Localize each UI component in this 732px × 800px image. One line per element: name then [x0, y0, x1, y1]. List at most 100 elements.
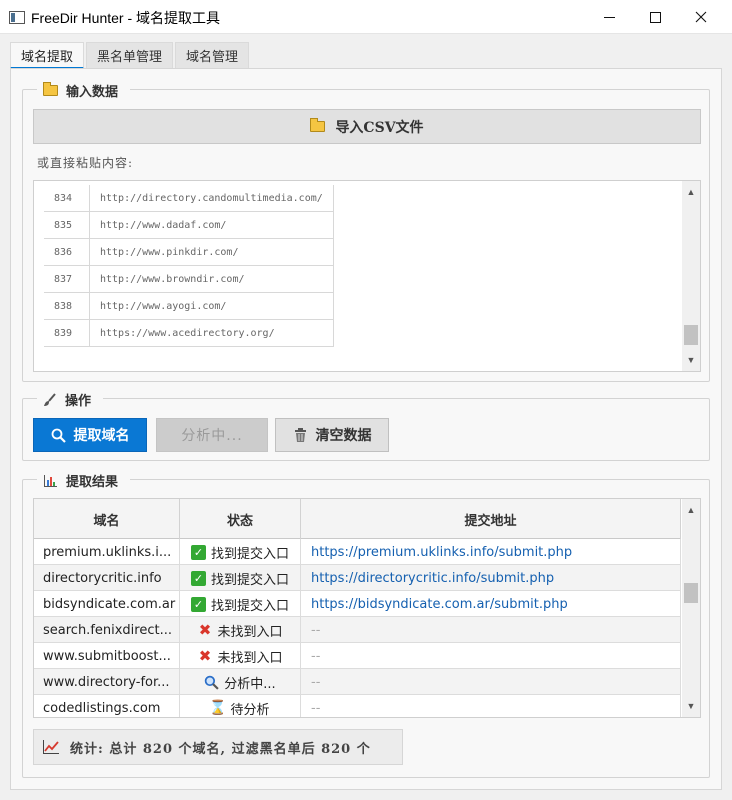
paste-url: http://www.ayogi.com/ [90, 293, 334, 319]
check-icon: ✓ [190, 596, 206, 612]
line-number: 834 [44, 185, 90, 211]
submit-url-link[interactable]: https://directorycritic.info/submit.php [311, 571, 554, 586]
status-cell: ✖ 未找到入口 [180, 643, 301, 669]
paste-url: http://www.dadaf.com/ [90, 212, 334, 238]
tab-domain-extract[interactable]: 域名提取 [10, 42, 85, 69]
table-row[interactable]: search.fenixdirect... ✖ 未找到入口 -- [34, 617, 681, 643]
cross-icon: ✖ [198, 646, 212, 665]
status-cell: 分析中... [180, 669, 301, 695]
paste-url: http://directory.candomultimedia.com/ [90, 185, 334, 211]
search-icon [51, 428, 66, 443]
brush-icon [44, 392, 56, 406]
paste-label: 或直接粘贴内容: [37, 156, 134, 170]
column-header-status[interactable]: 状态 [180, 499, 301, 539]
cross-icon: ✖ [198, 620, 212, 639]
hourglass-icon: ⌛ [209, 700, 227, 716]
scroll-down-icon[interactable]: ▼ [682, 351, 700, 369]
bar-chart-icon [44, 474, 57, 487]
operations-group-label: 操作 [65, 394, 92, 409]
table-row[interactable]: www.directory-for... 分析中... -- [34, 669, 681, 695]
paste-row: 839 https://www.acedirectory.org/ [44, 320, 334, 347]
maximize-button[interactable] [632, 0, 678, 34]
submit-url-cell: -- [301, 669, 681, 695]
close-button[interactable] [678, 0, 724, 34]
results-group: 提取结果 域名 状态 提交地址 premium.uklinks.i... ✓ 找到… [22, 471, 710, 778]
minimize-icon [603, 16, 615, 18]
submit-url-cell: https://premium.uklinks.info/submit.php [301, 539, 681, 565]
status-text: 分析中... [224, 676, 276, 692]
paste-row: 835 http://www.dadaf.com/ [44, 212, 334, 239]
trend-chart-icon [43, 740, 59, 754]
paste-table: 834 http://directory.candomultimedia.com/… [44, 185, 334, 347]
paste-row: 837 http://www.browndir.com/ [44, 266, 334, 293]
scroll-up-icon[interactable]: ▲ [682, 501, 700, 519]
line-number: 837 [44, 266, 90, 292]
line-number: 838 [44, 293, 90, 319]
results-group-label: 提取结果 [66, 475, 119, 490]
extract-domains-label: 提取域名 [73, 428, 130, 444]
paste-row: 838 http://www.ayogi.com/ [44, 293, 334, 320]
title-bar: FreeDir Hunter - 域名提取工具 [0, 0, 732, 34]
app-icon [9, 11, 25, 24]
domain-cell: search.fenixdirect... [34, 617, 180, 643]
column-header-submit-url[interactable]: 提交地址 [301, 499, 681, 539]
domain-cell: www.directory-for... [34, 669, 180, 695]
status-text: 找到提交入口 [210, 572, 289, 588]
operations-group: 操作 提取域名 分析中... 清空数据 [22, 390, 710, 461]
results-group-title: 提取结果 [37, 471, 131, 490]
results-scrollbar[interactable]: ▲ ▼ [682, 499, 700, 717]
status-text: 待分析 [230, 702, 270, 718]
import-csv-label: 导入CSV文件 [335, 119, 424, 136]
analyzing-button[interactable]: 分析中... [156, 418, 268, 452]
submit-url-cell: -- [301, 617, 681, 643]
paste-url: http://www.pinkdir.com/ [90, 239, 334, 265]
window-title: FreeDir Hunter - 域名提取工具 [31, 10, 221, 26]
status-text: 找到提交入口 [210, 546, 289, 562]
operations-group-title: 操作 [37, 390, 104, 409]
paste-textarea[interactable]: 834 http://directory.candomultimedia.com/… [33, 180, 701, 372]
check-icon: ✓ [190, 570, 206, 586]
submit-url-cell: -- [301, 643, 681, 669]
paste-row: 836 http://www.pinkdir.com/ [44, 239, 334, 266]
tab-bar: 域名提取 黑名单管理 域名管理 [10, 42, 251, 69]
scrollbar-thumb[interactable] [684, 583, 698, 603]
status-text: 未找到入口 [217, 624, 283, 640]
submit-url-empty: -- [311, 622, 321, 638]
input-group: 输入数据 导入CSV文件 或直接粘贴内容: 834 http://director… [22, 81, 710, 382]
status-cell: ⌛ 待分析 [180, 695, 301, 718]
input-group-label: 输入数据 [66, 85, 119, 100]
status-cell: ✓ 找到提交入口 [180, 591, 301, 617]
status-cell: ✓ 找到提交入口 [180, 539, 301, 565]
domain-cell: codedlistings.com [34, 695, 180, 717]
domain-cell: bidsyndicate.com.ar [34, 591, 180, 617]
table-row[interactable]: bidsyndicate.com.ar ✓ 找到提交入口 https://bids… [34, 591, 681, 617]
check-icon: ✓ [190, 544, 206, 560]
status-text: 找到提交入口 [210, 598, 289, 614]
tab-blacklist[interactable]: 黑名单管理 [86, 42, 174, 69]
submit-url-link[interactable]: https://premium.uklinks.info/submit.php [311, 545, 572, 560]
table-row[interactable]: premium.uklinks.i... ✓ 找到提交入口 https://pre… [34, 539, 681, 565]
tab-domain-manage[interactable]: 域名管理 [175, 42, 250, 69]
line-number: 835 [44, 212, 90, 238]
import-csv-button[interactable]: 导入CSV文件 [33, 109, 701, 144]
submit-url-link[interactable]: https://bidsyndicate.com.ar/submit.php [311, 597, 568, 612]
scroll-up-icon[interactable]: ▲ [682, 183, 700, 201]
minimize-button[interactable] [586, 0, 632, 34]
status-cell: ✓ 找到提交入口 [180, 565, 301, 591]
scroll-down-icon[interactable]: ▼ [682, 697, 700, 715]
paste-scrollbar[interactable]: ▲ ▼ [682, 181, 700, 371]
status-cell: ✖ 未找到入口 [180, 617, 301, 643]
paste-url: http://www.browndir.com/ [90, 266, 334, 292]
maximize-icon [649, 11, 661, 23]
close-icon [695, 11, 707, 23]
table-row[interactable]: directorycritic.info ✓ 找到提交入口 https://dir… [34, 565, 681, 591]
submit-url-empty: -- [311, 648, 321, 664]
scrollbar-thumb[interactable] [684, 325, 698, 345]
clear-data-button[interactable]: 清空数据 [275, 418, 389, 452]
extract-domains-button[interactable]: 提取域名 [33, 418, 147, 452]
column-header-domain[interactable]: 域名 [34, 499, 180, 539]
domain-cell: premium.uklinks.i... [34, 539, 180, 565]
input-group-title: 输入数据 [37, 81, 131, 100]
table-row[interactable]: www.submitboost... ✖ 未找到入口 -- [34, 643, 681, 669]
table-row[interactable]: codedlistings.com ⌛ 待分析 -- [34, 695, 681, 718]
